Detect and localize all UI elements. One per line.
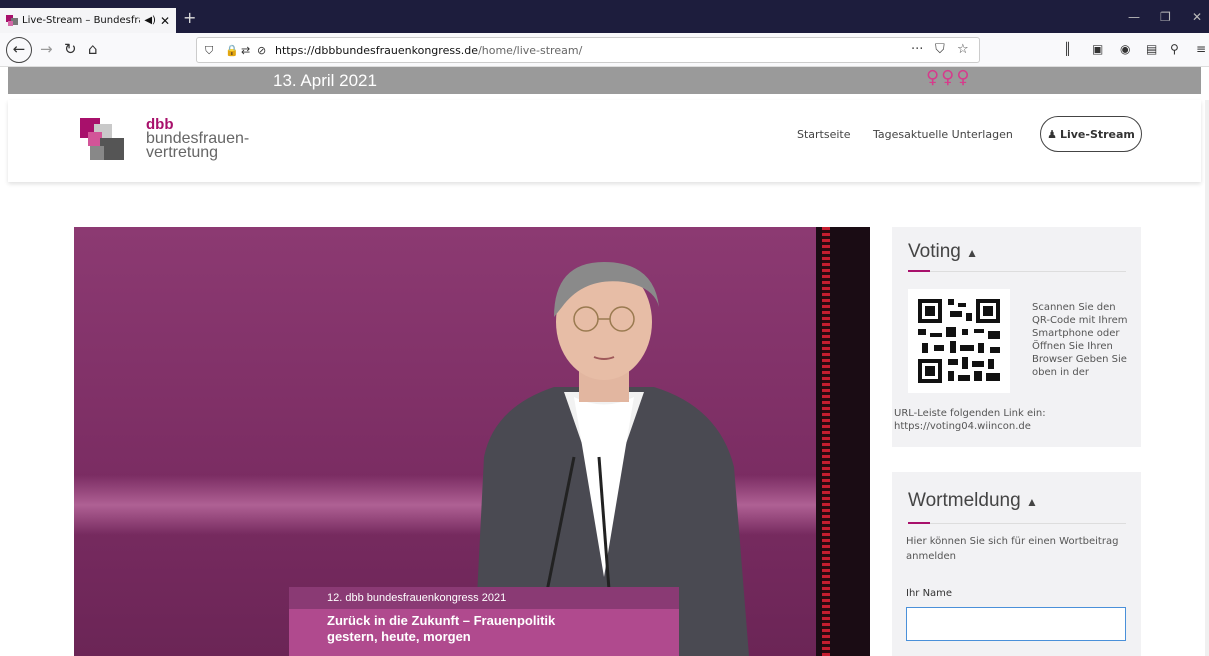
favicon-icon [6, 14, 18, 27]
wortmeldung-card: Wortmeldung ▲ Hier können Sie sich für e… [892, 472, 1141, 656]
wortmeldung-underline [908, 522, 1126, 524]
live-stream-button[interactable]: ♟ Live-Stream [1040, 116, 1142, 152]
wortmeldung-description: Hier können Sie sich für einen Wortbeitr… [906, 536, 1119, 562]
forward-button[interactable]: → [40, 40, 53, 58]
voting-instructions: Scannen Sie den QR-Code mit Ihrem Smartp… [1032, 302, 1128, 378]
congress-banner: 12. dbb bundesfrauenkongress 2021 Zurück… [289, 587, 679, 656]
close-window-button[interactable]: ✕ [1192, 10, 1202, 24]
caret-up-icon[interactable]: ▲ [966, 246, 978, 260]
home-button[interactable]: ⌂ [88, 40, 98, 58]
url-text[interactable]: https://dbbbundesfrauenkongress.de/home/… [275, 44, 582, 57]
caret-up-icon[interactable]: ▲ [1026, 495, 1038, 509]
pocket-icon[interactable]: ⛉ [935, 42, 945, 57]
shield-icon[interactable]: ⛉ [205, 44, 213, 58]
page-actions-icon[interactable]: ··· [911, 42, 923, 57]
sidebar-icon[interactable]: ▣ [1092, 42, 1103, 56]
browser-tab[interactable]: Live-Stream – Bundesfrauen ◀) ✕ [0, 8, 176, 33]
browser-nav-bar: ← → ↻ ⌂ ⛉ 🔒 ⇄ ⊘ https://dbbbundesfrauenk… [0, 33, 1209, 67]
menu-icon[interactable]: ≡ [1196, 42, 1206, 56]
banner-title-line1: Zurück in die Zukunft – Frauenpolitik [327, 613, 556, 628]
voting-link-text: URL-Leiste folgenden Link ein: https://v… [894, 408, 1046, 432]
brand-line-vertretung: vertretung [146, 144, 219, 161]
maximize-button[interactable]: ❐ [1160, 10, 1171, 24]
brand-text[interactable]: dbb bundesfrauen- vertretung [146, 117, 249, 161]
women-figures-icon: ♀♀♀ [926, 67, 972, 88]
reload-button[interactable]: ↻ [64, 40, 77, 58]
bookmark-star-icon[interactable]: ☆ [957, 42, 969, 57]
wortmeldung-heading[interactable]: Wortmeldung ▲ [908, 490, 1038, 512]
name-input[interactable] [906, 607, 1126, 641]
autoplay-icon[interactable]: ⊘ [257, 44, 266, 57]
banner-title-line2: gestern, heute, morgen [327, 629, 471, 644]
url-bar[interactable]: ⛉ 🔒 ⇄ ⊘ https://dbbbundesfrauenkongress.… [196, 37, 980, 63]
new-tab-button[interactable]: + [183, 8, 196, 28]
banner-top-text: 12. dbb bundesfrauenkongress 2021 [289, 587, 679, 609]
page-scrollbar[interactable] [1205, 100, 1209, 656]
speaker-icon[interactable]: ◀) [144, 15, 156, 26]
voting-title: Voting [908, 241, 961, 262]
voting-card: Voting ▲ Scannen Sie den QR-Code mit Ihr… [892, 227, 1141, 447]
account-icon[interactable]: ◉ [1120, 42, 1130, 56]
zoom-icon[interactable]: ⚲ [1170, 42, 1179, 56]
stage-red-lights [822, 227, 830, 656]
date-banner: 13. April 2021 ♀♀♀ [8, 67, 1201, 94]
qr-code [908, 289, 1010, 393]
browser-tab-bar: Live-Stream – Bundesfrauen ◀) ✕ + — ❐ ✕ [0, 0, 1209, 33]
nav-startseite[interactable]: Startseite [797, 128, 851, 141]
live-stream-video[interactable]: 12. dbb bundesfrauenkongress 2021 Zurück… [74, 227, 870, 656]
dbb-logo[interactable] [80, 118, 124, 162]
event-date: 13. April 2021 [273, 71, 377, 90]
lock-icon[interactable]: 🔒 [225, 44, 239, 57]
live-stream-label: Live-Stream [1059, 127, 1135, 141]
extension-icon[interactable]: ▤ [1146, 42, 1157, 56]
minimize-button[interactable]: — [1128, 10, 1140, 24]
permissions-icon[interactable]: ⇄ [241, 44, 250, 57]
voting-underline [908, 270, 1126, 272]
tab-close-icon[interactable]: ✕ [160, 14, 170, 28]
site-header: dbb bundesfrauen- vertretung Startseite … [8, 100, 1201, 182]
name-label: Ihr Name [906, 588, 953, 599]
voting-heading[interactable]: Voting ▲ [908, 241, 978, 263]
wortmeldung-title: Wortmeldung [908, 490, 1021, 511]
tab-title: Live-Stream – Bundesfrauen [22, 15, 140, 26]
back-button[interactable]: ← [6, 37, 32, 63]
nav-tagesaktuelle-unterlagen[interactable]: Tagesaktuelle Unterlagen [873, 128, 1013, 141]
user-icon: ♟ [1047, 127, 1057, 141]
library-icon[interactable]: ║ [1064, 42, 1071, 56]
banner-title: Zurück in die Zukunft – Frauenpolitik ge… [327, 613, 555, 645]
